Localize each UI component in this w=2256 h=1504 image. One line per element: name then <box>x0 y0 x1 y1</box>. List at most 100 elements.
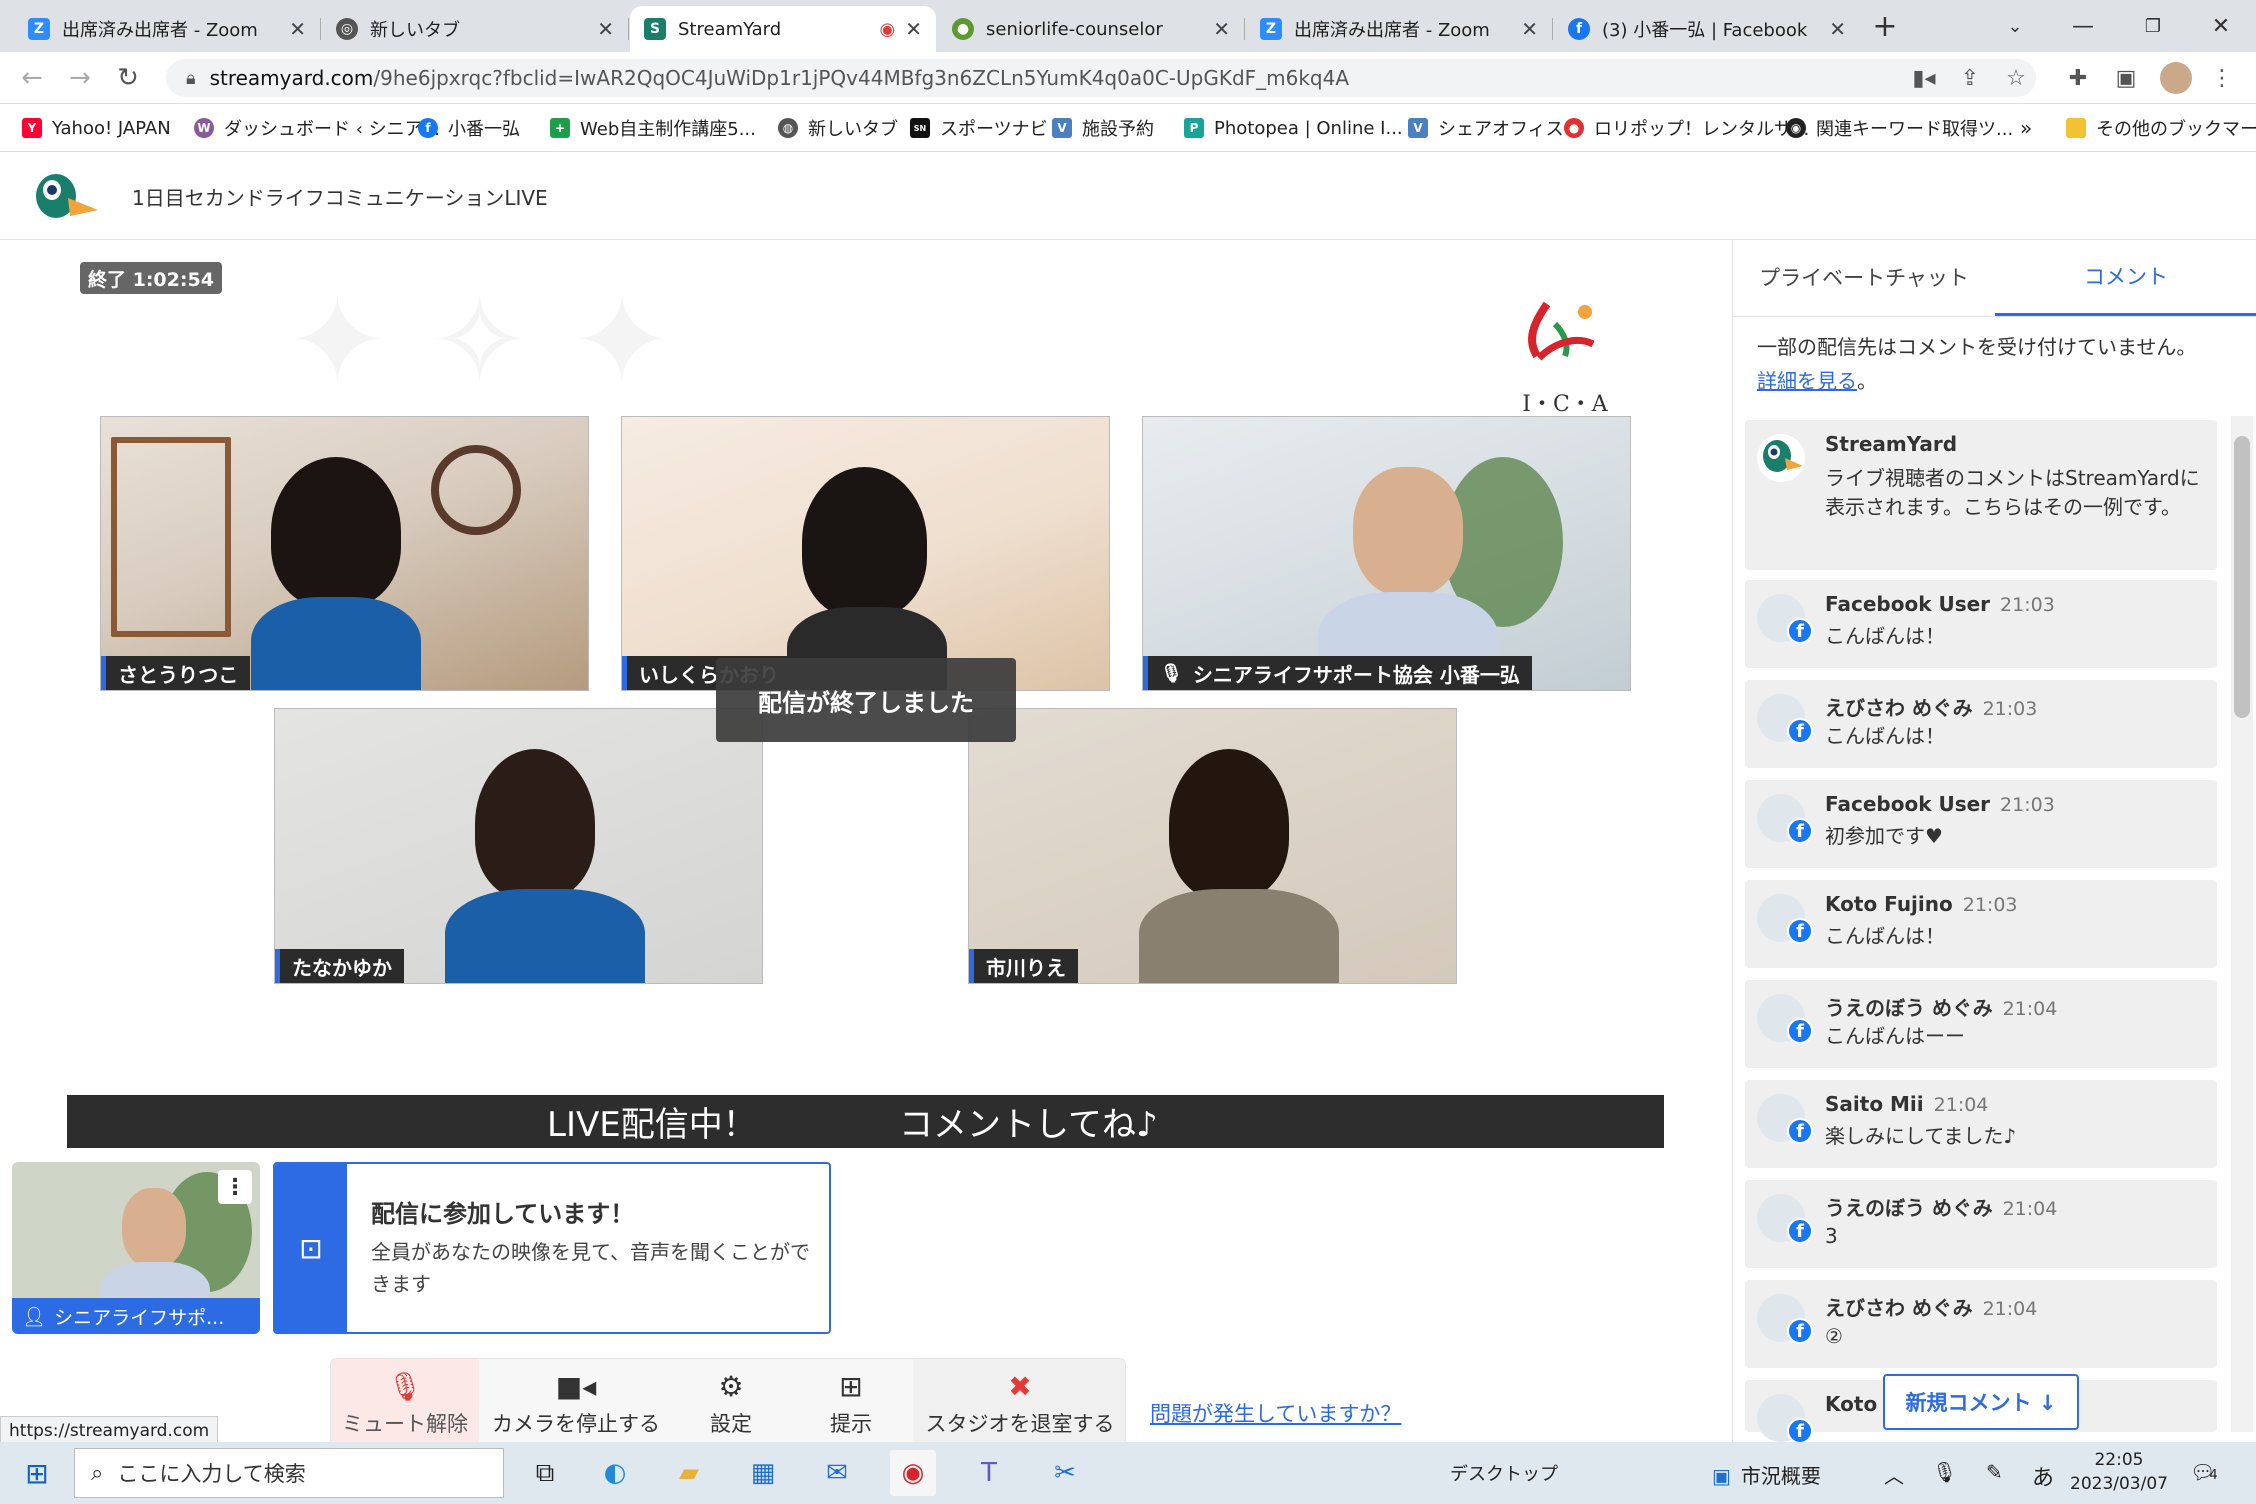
profile-avatar[interactable] <box>2160 62 2192 94</box>
details-link[interactable]: 詳細を見る <box>1757 369 1857 393</box>
facebook-icon: f <box>1787 1018 1813 1044</box>
unmute-button[interactable]: 🎙︎ ミュート解除 <box>331 1359 479 1447</box>
pen-icon[interactable]: ✎ <box>1986 1460 2003 1484</box>
self-preview-tile[interactable]: ⋮ 👤︎ シニアライフサポ... <box>12 1162 260 1334</box>
close-icon[interactable]: ✕ <box>597 17 614 41</box>
forward-icon[interactable]: → <box>62 60 98 96</box>
stop-camera-button[interactable]: ■◂ カメラを停止する <box>481 1359 671 1447</box>
join-status-notice: ⊡ 配信に参加しています！ 全員があなたの映像を見て、音声を聞くことができます <box>273 1162 831 1334</box>
tab-strip: Z 出席済み出席者 - Zoom ✕ ◎ 新しいタブ ✕ S StreamYar… <box>0 0 2256 52</box>
new-tab-button[interactable]: + <box>1850 0 1920 52</box>
store-icon[interactable]: ▦ <box>740 1450 786 1496</box>
mic-muted-icon: 🎙︎ <box>1160 662 1183 684</box>
back-icon[interactable]: ← <box>14 60 50 96</box>
mail-icon[interactable]: ✉ <box>814 1450 860 1496</box>
menu-icon[interactable]: ⋮ <box>2206 62 2238 94</box>
share-icon[interactable]: ⇪ <box>1954 62 1986 94</box>
facebook-icon: f <box>1787 818 1813 844</box>
address-bar[interactable]: 🔒︎ streamyard.com/9he6jpxrqc?fbclid=IwAR… <box>166 59 2036 97</box>
chrome-icon[interactable]: ◉ <box>890 1450 936 1496</box>
participant-tile[interactable]: さとうりつこ <box>100 416 589 691</box>
settings-button[interactable]: ⚙ 設定 <box>671 1359 791 1447</box>
bookmark-keyword-tool[interactable]: ◉ 関連キーワード取得ツ... <box>1786 114 2013 142</box>
edge-icon[interactable]: ◐ <box>592 1450 638 1496</box>
new-comment-button[interactable]: 新規コメント ↓ <box>1883 1374 2079 1430</box>
tab-comments[interactable]: コメント <box>1995 240 2256 316</box>
tab-seniorlife[interactable]: ● seniorlife-counselor ✕ <box>938 6 1245 52</box>
join-notice-title: 配信に参加しています！ <box>371 1200 635 1228</box>
bookmark-lolipop[interactable]: ● ロリポップ！レンタルサ... <box>1564 114 1809 142</box>
tab-zoom-1[interactable]: Z 出席済み出席者 - Zoom ✕ <box>14 6 321 52</box>
tray-chevron-icon[interactable]: ︿ <box>1884 1460 1904 1489</box>
ica-logo <box>1528 301 1595 361</box>
scrollbar-thumb[interactable] <box>2234 436 2250 718</box>
notification-icon[interactable]: 💬︎4 <box>2190 1460 2218 1484</box>
ime-indicator[interactable]: あ <box>2032 1460 2054 1492</box>
streamyard-logo[interactable] <box>30 170 100 222</box>
bookmark-yahoo[interactable]: Y Yahoo! JAPAN <box>22 114 171 142</box>
comments-notice: 一部の配信先はコメントを受け付けていません。 詳細を見る。 <box>1757 330 2237 398</box>
tab-streamyard[interactable]: S StreamYard ◉ ✕ <box>630 6 936 52</box>
self-tile-menu-icon[interactable]: ⋮ <box>218 1170 252 1204</box>
tab-zoom-2[interactable]: Z 出席済み出席者 - Zoom ✕ <box>1246 6 1553 52</box>
comment-time: 21:03 <box>2000 594 2055 616</box>
person-image <box>475 749 595 899</box>
present-button[interactable]: ⊞ 提示 <box>791 1359 911 1447</box>
close-icon[interactable]: ✕ <box>1829 17 1846 41</box>
problem-help-link[interactable]: 問題が発生していますか？ <box>1150 1398 1401 1428</box>
bookmark-facebook[interactable]: f 小番一弘 <box>418 114 520 142</box>
url-path: /9he6jpxrqc?fbclid=IwAR2QqOC4JuWiDp1r1jP… <box>373 66 1350 90</box>
reload-icon[interactable]: ↻ <box>110 60 146 96</box>
recording-icon: ◉ <box>879 18 896 40</box>
restore-icon[interactable]: ❐ <box>2118 0 2188 52</box>
clock[interactable]: 22:05 2023/03/07 <box>2070 1448 2168 1496</box>
participant-tile[interactable]: 市川りえ <box>968 708 1457 984</box>
tab-search-icon[interactable]: ⌄ <box>1980 0 2050 52</box>
bookmark-label: Yahoo! JAPAN <box>52 117 171 139</box>
bookmark-dashboard[interactable]: W ダッシュボード ‹ シニア... <box>194 114 440 142</box>
close-icon[interactable]: ✕ <box>1521 17 1538 41</box>
bookmark-sportsnavi[interactable]: SN スポーツナビ <box>910 114 1048 142</box>
bookmark-star-icon[interactable]: ☆ <box>2000 62 2032 94</box>
bookmark-other[interactable]: その他のブックマーク <box>2066 114 2256 142</box>
camera-indicator-icon[interactable]: ▮◂ <box>1908 62 1940 94</box>
desktop-label[interactable]: デスクトップ <box>1450 1460 1558 1486</box>
extensions-icon[interactable]: ✚ <box>2062 62 2094 94</box>
snipping-tool-icon[interactable]: ✂ <box>1042 1450 1088 1496</box>
bookmark-facility[interactable]: V 施設予約 <box>1052 114 1154 142</box>
bookmark-shareoffice[interactable]: V シェアオフィス <box>1408 114 1564 142</box>
comment-time: 21:03 <box>1982 698 2038 720</box>
minimize-icon[interactable]: — <box>2048 0 2118 52</box>
participant-tile[interactable]: いしくらかおり <box>621 416 1110 691</box>
leave-studio-button[interactable]: ✖ スタジオを退室する <box>913 1359 1125 1447</box>
url-host: streamyard.com <box>209 66 374 90</box>
market-widget[interactable]: ▣ 市況概要 <box>1712 1460 1821 1489</box>
participant-tile[interactable]: たなかゆか <box>274 708 763 984</box>
bookmark-web-course[interactable]: + Web自主制作講座5... <box>550 114 756 142</box>
comment-author-name: Facebook User <box>1825 792 1991 816</box>
window-close-icon[interactable]: ✕ <box>2186 0 2256 52</box>
microphone-tray-icon[interactable]: 🎙︎ <box>1932 1460 1957 1484</box>
tab-facebook[interactable]: f (3) 小番一弘 | Facebook ✕ <box>1554 6 1860 52</box>
taskbar-search[interactable]: ⌕ ここに入力して検索 <box>74 1448 504 1498</box>
teams-icon[interactable]: T <box>966 1450 1012 1496</box>
sidepanel-icon[interactable]: ▣ <box>2110 62 2142 94</box>
file-explorer-icon[interactable]: ▰ <box>666 1450 712 1496</box>
close-icon[interactable]: ✕ <box>905 17 922 41</box>
bookmarks-bar: Y Yahoo! JAPAN W ダッシュボード ‹ シニア... f 小番一弘 + W… <box>0 104 2256 152</box>
tab-private-chat[interactable]: プライベートチャット <box>1733 240 1995 316</box>
close-icon[interactable]: ✕ <box>289 17 306 41</box>
close-icon[interactable]: ✕ <box>1213 17 1230 41</box>
sportsnavi-icon: SN <box>910 118 930 138</box>
bookmark-photopea[interactable]: P Photopea | Online I... <box>1184 114 1403 142</box>
windows-start-icon[interactable]: ⊞ <box>14 1450 60 1496</box>
comment-author: Facebook User 21:03 <box>1825 592 2055 616</box>
bookmark-newtab[interactable]: ◍ 新しいタブ <box>778 114 898 142</box>
participant-tile[interactable]: 🎙︎ シニアライフサポート協会 小番一弘 <box>1142 416 1631 691</box>
tab-new-tab[interactable]: ◎ 新しいタブ ✕ <box>322 6 629 52</box>
task-view-icon[interactable]: ⧉ <box>522 1450 568 1496</box>
bookmarks-overflow[interactable]: » <box>2020 114 2032 142</box>
comment-card: StreamYard ライブ視聴者のコメントはStreamYardに表示されます。… <box>1745 420 2217 570</box>
lolipop-icon: ● <box>1564 118 1584 138</box>
facebook-icon: f <box>418 118 438 138</box>
